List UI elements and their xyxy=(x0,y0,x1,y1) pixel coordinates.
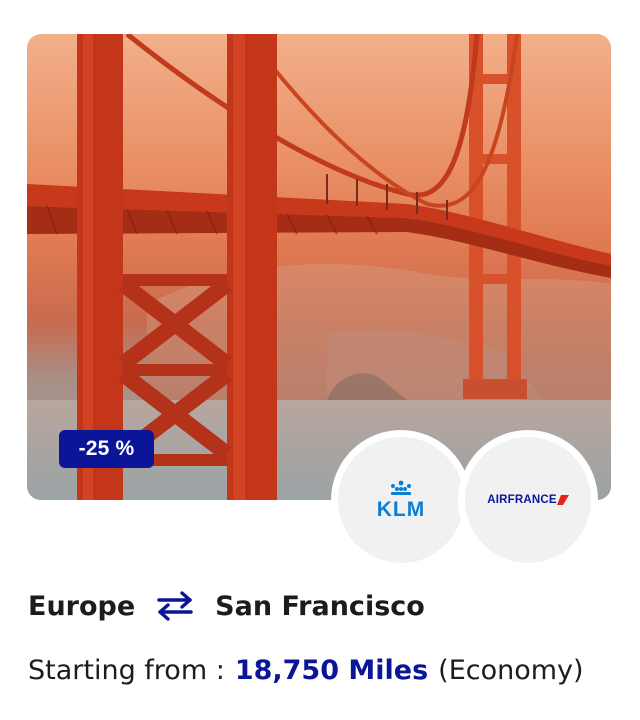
price-prefix: Starting from : xyxy=(28,654,225,686)
airline-logo-klm: KLM xyxy=(338,437,464,563)
discount-badge: -25 % xyxy=(59,430,154,468)
crown-icon xyxy=(391,480,411,495)
airline-logo-airfrance: AIRFRANCE xyxy=(465,437,591,563)
swap-arrows-icon xyxy=(157,591,193,621)
route-line: Europe San Francisco xyxy=(28,584,425,628)
airfrance-logo-text: AIRFRANCE xyxy=(487,494,557,506)
deal-card[interactable]: -25 % KLM AIRFRANCE Europe San Francisco… xyxy=(0,0,640,720)
price-line: Starting from : 18,750 Miles (Economy) xyxy=(28,648,584,692)
origin-label: Europe xyxy=(28,590,136,622)
destination-label: San Francisco xyxy=(215,590,425,622)
price-miles: 18,750 Miles xyxy=(234,654,429,686)
airfrance-stripe-icon xyxy=(556,495,569,505)
klm-logo-text: KLM xyxy=(376,498,426,521)
cabin-class: (Economy) xyxy=(438,654,584,686)
